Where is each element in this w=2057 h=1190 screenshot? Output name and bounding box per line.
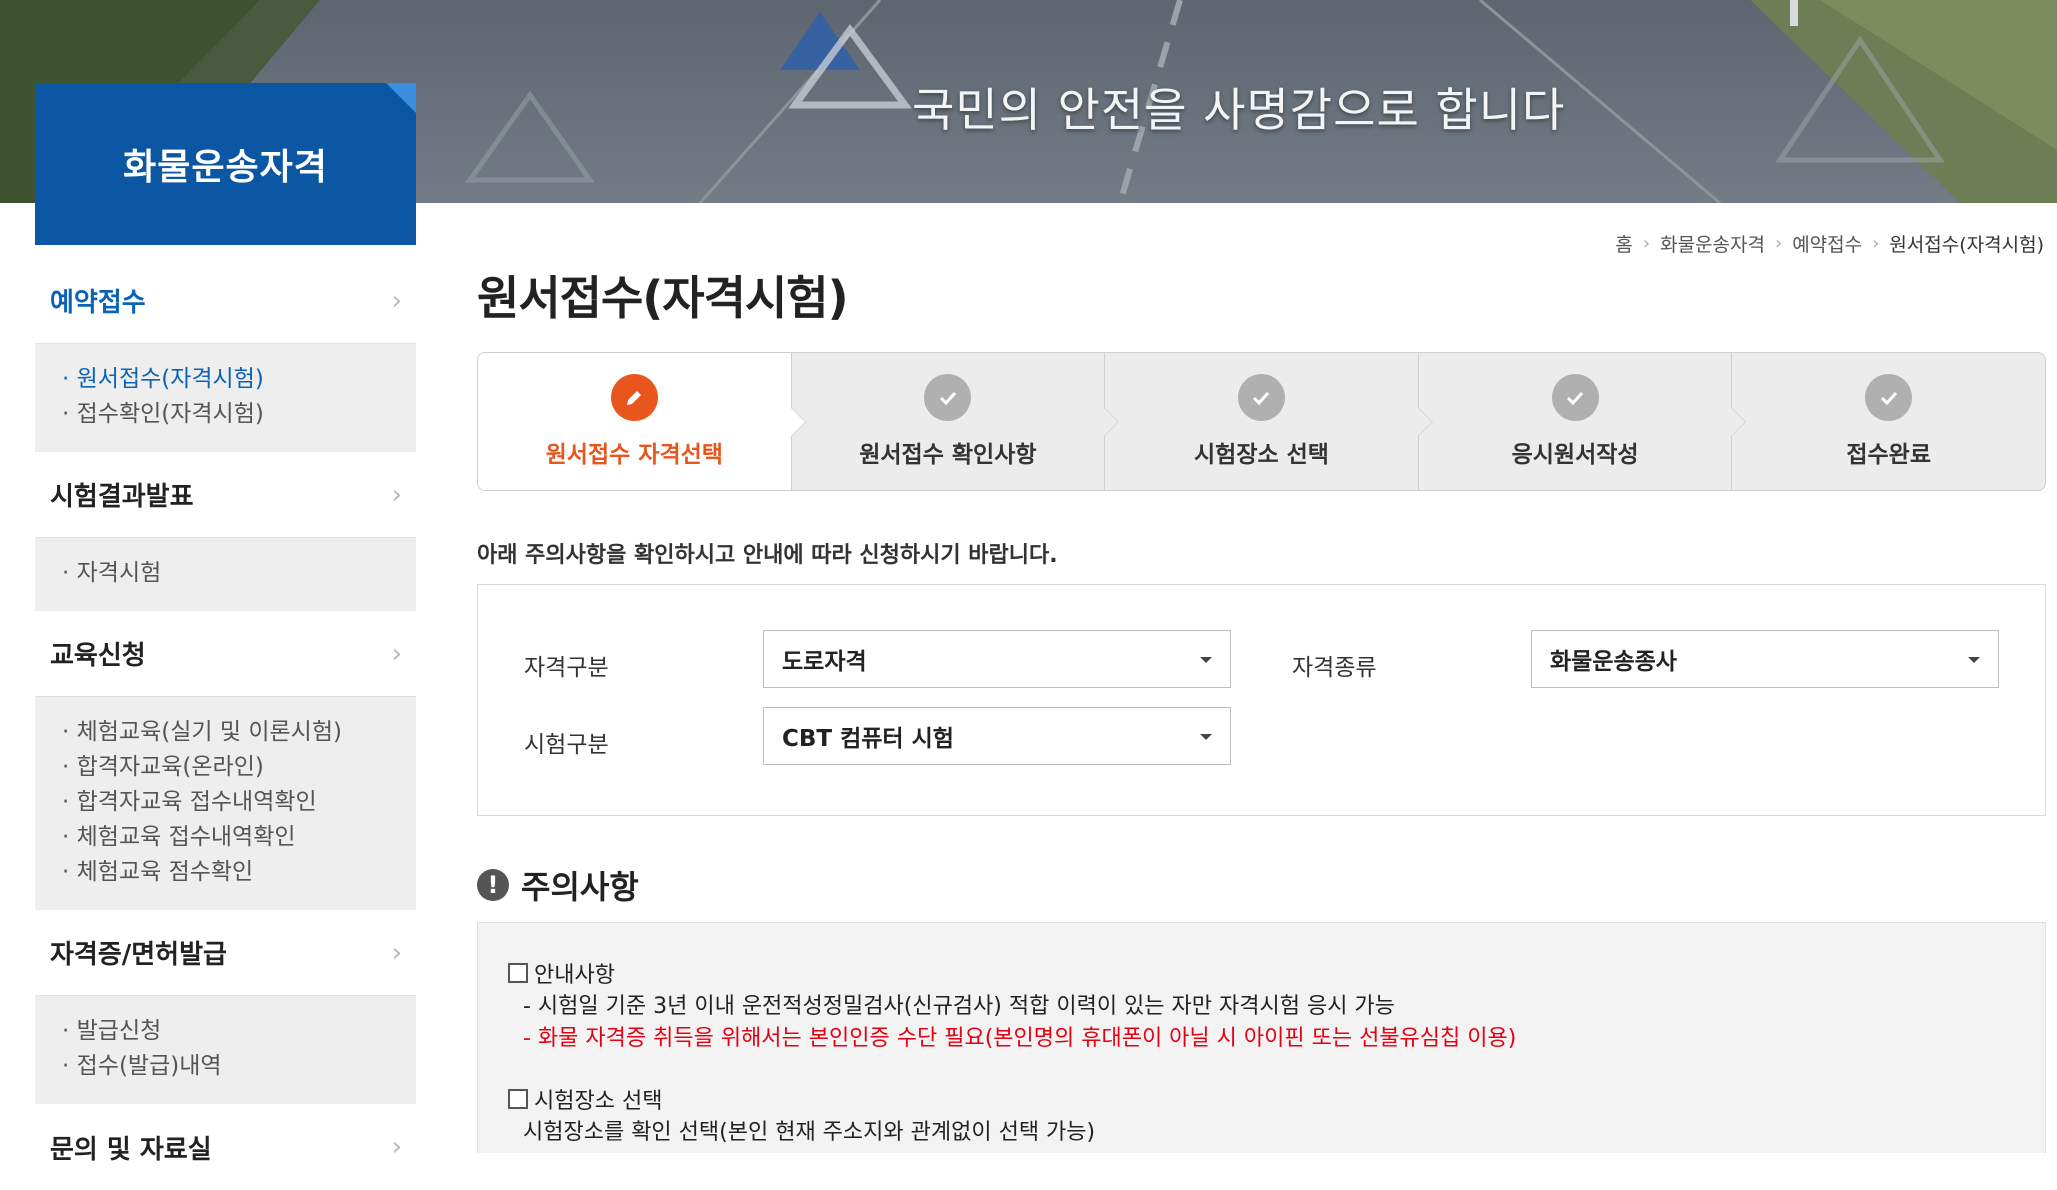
sidebar-item-passer-edu[interactable]: 합격자교육(온라인): [62, 750, 401, 785]
venue-label: 시험장소 선택: [534, 1089, 663, 1114]
qual-category-value: 도로자격: [782, 649, 867, 675]
breadcrumb: 홈 › 화물운송자격 › 예약접수 › 원서접수(자격시험): [1615, 230, 2044, 257]
chevron-right-icon: ›: [391, 285, 402, 316]
progress-steps: 원서접수 자격선택 원서접수 확인사항 시험장소 선택 응시원서작성 접수완료: [477, 352, 2046, 491]
breadcrumb-item[interactable]: 예약접수: [1792, 230, 1862, 257]
step-qualification-select: 원서접수 자격선택: [478, 353, 806, 490]
caret-down-icon: [1968, 657, 1980, 663]
sidebar-item-experience-edu-history[interactable]: 체험교육 접수내역확인: [62, 820, 401, 855]
venue-checkbox[interactable]: [508, 1089, 528, 1109]
chevron-right-icon: ›: [391, 638, 402, 669]
check-icon: [924, 374, 972, 421]
sidebar-item-experience-edu-score[interactable]: 체험교육 점수확인: [62, 855, 401, 890]
breadcrumb-separator-icon: ›: [1872, 233, 1880, 254]
venue-checkbox-row: 시험장소 선택: [508, 1083, 662, 1115]
venue-line-1: 시험장소를 확인 선택(본인 현재 주소지와 관계없이 선택 가능): [523, 1120, 1096, 1145]
guide-checkbox-row: 안내사항: [508, 957, 615, 989]
guide-label: 안내사항: [534, 963, 615, 988]
sidebar-item-application[interactable]: 원서접수(자격시험): [62, 362, 401, 397]
guide-line-1: - 시험일 기준 3년 이내 운전적성정밀검사(신규검사) 적합 이력이 있는 …: [523, 994, 1395, 1019]
sidebar-group-label: 교육신청: [50, 641, 146, 671]
sidebar-submenu-results: 자격시험: [35, 538, 416, 611]
sidebar-group-label: 문의 및 자료실: [50, 1134, 212, 1165]
check-icon: [1865, 374, 1913, 421]
sidebar-title-text: 화물운송자격: [123, 147, 328, 188]
sidebar-submenu-reservation: 원서접수(자격시험) 접수확인(자격시험): [35, 344, 416, 452]
sidebar-item-issue-history[interactable]: 접수(발급)내역: [62, 1049, 401, 1084]
step-venue-select: 시험장소 선택: [1104, 353, 1433, 490]
sidebar-item-issue-request[interactable]: 발급신청: [62, 1014, 401, 1049]
warnings-box: 안내사항 - 시험일 기준 3년 이내 운전적성정밀검사(신규검사) 적합 이력…: [477, 922, 2046, 1153]
qual-type-select[interactable]: 화물운송종사: [1531, 630, 1999, 688]
step-label: 원서접수 자격선택: [545, 442, 723, 468]
step-complete: 접수완료: [1731, 353, 2045, 490]
exam-type-label: 시험구분: [524, 732, 609, 758]
step-label: 응시원서작성: [1511, 442, 1639, 468]
step-application-form: 응시원서작성: [1417, 353, 1747, 490]
sidebar-group-education[interactable]: 교육신청 ›: [35, 611, 416, 697]
sidebar-item-passer-edu-history[interactable]: 합격자교육 접수내역확인: [62, 785, 401, 820]
sidebar-nav: 예약접수 › 원서접수(자격시험) 접수확인(자격시험) 시험결과발표 › 자격…: [35, 258, 416, 1190]
sidebar-item-experience-edu[interactable]: 체험교육(실기 및 이론시험): [62, 715, 401, 750]
sidebar-group-label: 예약접수: [50, 288, 146, 318]
exam-type-value: CBT 컴퓨터 시험: [782, 726, 954, 752]
qualification-form: 자격구분 도로자격 자격종류 화물운송종사 시험구분 CBT 컴퓨터 시험: [477, 584, 2046, 816]
sidebar-item-application-check[interactable]: 접수확인(자격시험): [62, 397, 401, 432]
step-label: 시험장소 선택: [1194, 442, 1329, 468]
step-confirm-items: 원서접수 확인사항: [790, 353, 1120, 490]
sidebar-group-reservation[interactable]: 예약접수 ›: [35, 258, 416, 344]
chevron-right-icon: ›: [391, 937, 402, 968]
qual-type-label: 자격종류: [1292, 655, 1377, 681]
sidebar-title: 화물운송자격: [35, 83, 416, 245]
exclamation-icon: !: [477, 869, 509, 901]
notice-text: 아래 주의사항을 확인하시고 안내에 따라 신청하시기 바랍니다.: [477, 543, 1058, 568]
check-icon: [1551, 374, 1599, 421]
guide-checkbox[interactable]: [508, 963, 528, 983]
qual-type-value: 화물운송종사: [1550, 649, 1677, 675]
step-label: 접수완료: [1846, 442, 1931, 468]
sidebar-submenu-issuance: 발급신청 접수(발급)내역: [35, 996, 416, 1104]
breadcrumb-item[interactable]: 화물운송자격: [1660, 230, 1765, 257]
exam-type-select[interactable]: CBT 컴퓨터 시험: [763, 707, 1231, 765]
chevron-right-icon: ›: [391, 1132, 402, 1162]
sidebar-group-issuance[interactable]: 자격증/면허발급 ›: [35, 910, 416, 996]
caret-down-icon: [1200, 734, 1212, 740]
sidebar-group-results[interactable]: 시험결과발표 ›: [35, 452, 416, 538]
caret-down-icon: [1200, 657, 1212, 663]
sidebar-item-qual-exam[interactable]: 자격시험: [62, 556, 401, 591]
qual-category-label: 자격구분: [524, 655, 609, 681]
chevron-right-icon: ›: [391, 479, 402, 510]
sidebar-group-label: 자격증/면허발급: [50, 940, 227, 970]
page-title: 원서접수(자격시험): [477, 271, 849, 325]
guide-line-2-alert: - 화물 자격증 취득을 위해서는 본인인증 수단 필요(본인명의 휴대폰이 아…: [523, 1026, 1517, 1051]
sidebar-submenu-education: 체험교육(실기 및 이론시험) 합격자교육(온라인) 합격자교육 접수내역확인 …: [35, 697, 416, 910]
qual-category-select[interactable]: 도로자격: [763, 630, 1231, 688]
warnings-title: 주의사항: [521, 868, 639, 906]
sidebar-group-label: 시험결과발표: [50, 482, 194, 512]
warnings-heading: ! 주의사항: [477, 862, 639, 908]
check-icon: [1237, 374, 1285, 421]
step-label: 원서접수 확인사항: [859, 442, 1037, 468]
breadcrumb-current: 원서접수(자격시험): [1889, 234, 2044, 256]
banner-slogan: 국민의 안전을 사명감으로 합니다: [912, 83, 1566, 137]
breadcrumb-home[interactable]: 홈: [1615, 230, 1632, 257]
pencil-icon: [610, 374, 658, 421]
breadcrumb-separator-icon: ›: [1642, 233, 1651, 254]
title-corner-decoration: [386, 83, 416, 113]
sidebar-group-inquiry[interactable]: 문의 및 자료실 ›: [35, 1104, 416, 1190]
breadcrumb-separator-icon: ›: [1775, 233, 1783, 254]
